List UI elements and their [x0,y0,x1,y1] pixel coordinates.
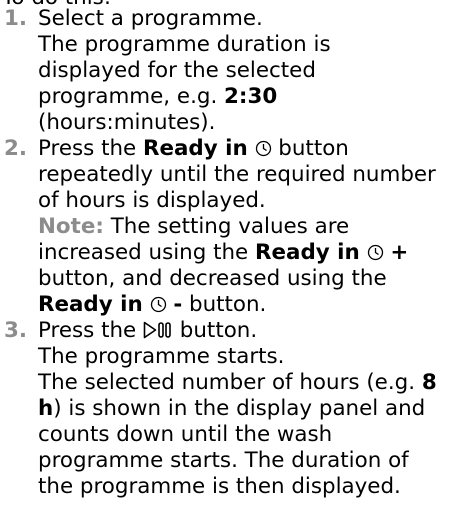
clock-icon [150,296,167,313]
step-text: Press the Ready in button [38,136,349,161]
step-body-line: the programme is then displayed. [38,474,401,499]
step-number: 1. [4,6,28,31]
step-body-line: counts down until the wash [38,422,333,447]
button-name-ready-in-minus: Ready in [38,292,143,317]
clock-icon [255,140,272,157]
example-hours-unit: h [38,396,54,421]
instruction-steps: 1. Select a programme. The programme dur… [2,6,469,500]
step-text: Press the button. [38,318,258,343]
plus-sign: + [390,240,409,265]
example-duration: 2:30 [224,84,278,109]
step-3: 3. Press the button. The programme start… [2,318,469,500]
note-label: Note: [38,214,104,239]
start-pause-icon [143,321,173,339]
minus-sign: - [173,292,183,317]
step-body-line: of hours is displayed. [38,188,266,213]
step-body-line: The selected number of hours (e.g. 8 [38,370,437,395]
note-line: increased using the Ready in + [38,240,409,265]
clock-icon [367,244,384,261]
step-body-line: The programme starts. [38,344,285,369]
button-name-ready-in: Ready in [143,136,248,161]
step-number: 3. [4,318,28,343]
step-body-line: repeatedly until the required number [38,162,436,187]
step-text: Select a programme. [38,6,263,31]
example-hours: 8 [421,370,437,395]
step-body-line: h) is shown in the display panel and [38,396,426,421]
note-line: button, and decreased using the [38,266,387,291]
step-body-line: (hours:minutes). [38,110,216,135]
note-line: Note: The setting values are [38,214,350,239]
step-body-line: The programme duration is [38,32,331,57]
step-number: 2. [4,136,28,161]
step-1: 1. Select a programme. The programme dur… [2,6,469,136]
step-body-line: displayed for the selected [38,58,316,83]
step-body-line: programme, e.g. 2:30 [38,84,278,109]
step-2: 2. Press the Ready in button repeatedly … [2,136,469,318]
note-line: Ready in - button. [38,292,267,317]
button-name-ready-in-plus: Ready in [255,240,360,265]
step-body-line: programme starts. The duration of [38,448,409,473]
